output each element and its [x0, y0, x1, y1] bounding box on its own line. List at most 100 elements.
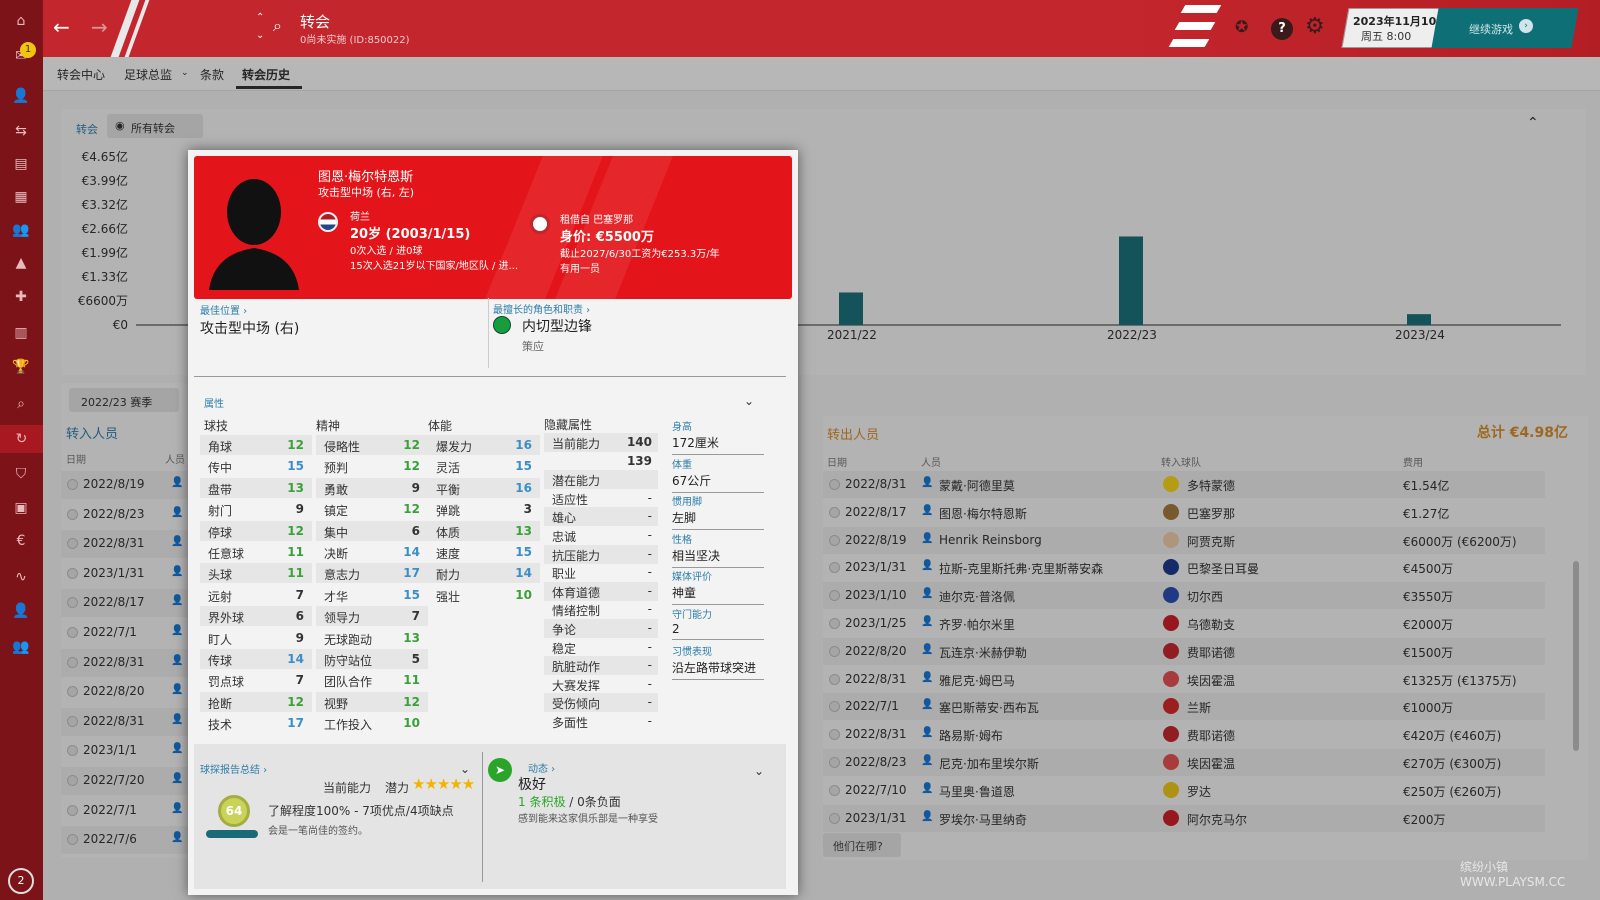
hidden-attribute-row: 情绪控制 -: [544, 600, 658, 619]
attribute-name: 技术: [208, 718, 233, 733]
down-chevron-icon[interactable]: ⌄: [256, 30, 264, 41]
attributes-chevron-icon[interactable]: ⌄: [744, 394, 754, 408]
attribute-value: 6: [295, 609, 304, 624]
dynamics-icon[interactable]: ⇆: [10, 120, 32, 142]
tactics-icon[interactable]: ▦: [10, 186, 32, 208]
negative-count: 0条负面: [577, 795, 621, 809]
manager-icon[interactable]: 👥: [10, 636, 32, 658]
attribute-name: 视野: [324, 696, 349, 711]
attribute-name: 任意球: [208, 547, 245, 561]
hidden-attribute-value: -: [647, 658, 652, 673]
squad-icon[interactable]: 👤: [10, 85, 32, 107]
best-position-link[interactable]: 最佳位置 ›: [200, 302, 247, 317]
calendar-icon[interactable]: ▥: [10, 322, 32, 344]
scout-report-link[interactable]: 球探报告总结 ›: [200, 761, 267, 776]
attribute-name: 速度: [436, 547, 461, 561]
attribute-value: 9: [295, 502, 304, 517]
scout-report-label: 球探报告总结: [200, 765, 260, 776]
attribute-row: 勇敢 9: [316, 477, 428, 498]
back-arrow-icon[interactable]: ←: [53, 15, 70, 39]
attribute-value: 12: [403, 502, 420, 517]
settings-gear-icon[interactable]: ⚙: [1305, 14, 1325, 39]
attribute-value: 12: [403, 459, 420, 474]
attribute-value: 14: [287, 652, 304, 666]
finance-icon[interactable]: €: [10, 530, 32, 552]
info-value: 172厘米: [672, 434, 764, 455]
attribute-row: 才华 15: [316, 585, 428, 605]
loan-from[interactable]: 租借自 巴塞罗那: [560, 211, 633, 226]
attribute-row: 团队合作 11: [316, 670, 428, 690]
attribute-row: 抢断 12: [200, 691, 312, 712]
attribute-value: 13: [287, 480, 304, 495]
player-value: 身价: €5500万: [560, 230, 654, 245]
report-icon[interactable]: ▤: [10, 153, 32, 175]
medical-icon[interactable]: ✚: [10, 286, 32, 308]
help-icon[interactable]: ?: [1271, 18, 1293, 40]
attribute-name: 勇敢: [324, 482, 349, 497]
attribute-value: 16: [515, 480, 532, 495]
hidden-attribute-name: 情绪控制: [552, 604, 601, 619]
attribute-value: 7: [295, 673, 304, 688]
netherlands-flag-icon: [318, 212, 338, 232]
attribute-row: 工作投入 10: [316, 713, 428, 733]
hidden-attribute-row: 争论 -: [544, 619, 658, 638]
scouting-icon[interactable]: ∿: [10, 566, 32, 588]
hidden-attribute-name: 当前能力: [552, 437, 601, 451]
search-icon[interactable]: ⌕: [10, 393, 32, 415]
potential-stars-icon: ★★★★★: [412, 775, 475, 793]
dynamics-note: 感到能来这家俱乐部是一种享受: [518, 814, 658, 825]
hidden-attribute-value: -: [647, 565, 652, 580]
fm-icon[interactable]: ✪: [1235, 17, 1248, 36]
player-header: 图恩·梅尔特恩斯 攻击型中场 (右, 左) 荷兰 20岁 (2003/1/15)…: [194, 156, 792, 299]
attribute-value: 12: [287, 523, 304, 538]
player-role: 攻击型中场 (右, 左): [318, 186, 415, 199]
hidden-attribute-row: 潜在能力: [544, 470, 658, 490]
info-label: 媒体评价: [672, 572, 712, 583]
hidden-attribute-row: 多面性 -: [544, 712, 658, 731]
club-icon[interactable]: ⛉: [10, 463, 32, 485]
attribute-name: 领导力: [324, 611, 361, 626]
attribute-row: 预判 12: [316, 456, 428, 476]
hidden-attribute-value: -: [647, 621, 652, 635]
attribute-row: 集中 6: [316, 520, 428, 541]
hidden-attribute-name: 体育道德: [552, 585, 601, 600]
home-icon[interactable]: ⌂: [10, 10, 32, 32]
attribute-value: 14: [403, 545, 420, 559]
best-role-duty: 策应: [522, 340, 544, 353]
attribute-row: 防守站位 5: [316, 649, 428, 669]
progress-badge[interactable]: 2: [8, 868, 34, 894]
staff-icon[interactable]: 👥: [10, 219, 32, 241]
info-value: 沿左路带球突进: [672, 659, 764, 680]
up-chevron-icon[interactable]: ⌃: [256, 12, 264, 23]
info-label: 身高: [672, 422, 692, 433]
dynamics-mood: 极好: [518, 777, 546, 793]
scout-chevron-icon[interactable]: ⌄: [460, 762, 470, 776]
hidden-attribute-row: 职业 -: [544, 563, 658, 582]
best-role-link[interactable]: 最擅长的角色和职责 ›: [493, 301, 590, 316]
hidden-attribute-name: 忠诚: [552, 530, 577, 544]
transfers-icon[interactable]: ↻: [0, 425, 43, 453]
attribute-row: 头球 11: [200, 563, 312, 584]
hidden-attribute-row: 抗压能力 -: [544, 544, 658, 564]
training-icon[interactable]: ▲: [10, 252, 32, 274]
attribute-value: 13: [403, 630, 420, 645]
attribute-row: 强壮 10: [428, 585, 540, 605]
trophy-icon[interactable]: 🏆: [10, 356, 32, 378]
dynamics-chevron-icon[interactable]: ⌄: [754, 764, 764, 778]
date-text: 2023年11月10日: [1353, 15, 1448, 28]
forward-arrow-icon[interactable]: →: [91, 15, 108, 39]
hidden-attribute-row: 大赛发挥 -: [544, 675, 658, 694]
attribute-value: 17: [287, 716, 304, 731]
current-ability-label: 当前能力: [323, 781, 372, 795]
attribute-name: 射门: [208, 504, 233, 519]
info-label: 习惯表现: [672, 647, 712, 658]
hidden-attribute-value: -: [647, 714, 652, 728]
dynamics-link[interactable]: 动态 ›: [528, 760, 555, 775]
attribute-name: 盘带: [208, 482, 233, 497]
hidden-attribute-name: 大赛发挥: [552, 678, 601, 693]
dynamics-arrow-icon: ➤: [488, 758, 512, 782]
youth-icon[interactable]: 👤: [10, 600, 32, 622]
board-icon[interactable]: ▣: [10, 497, 32, 519]
attribute-name: 抢断: [208, 696, 233, 711]
search-icon[interactable]: ⌕: [273, 16, 282, 36]
